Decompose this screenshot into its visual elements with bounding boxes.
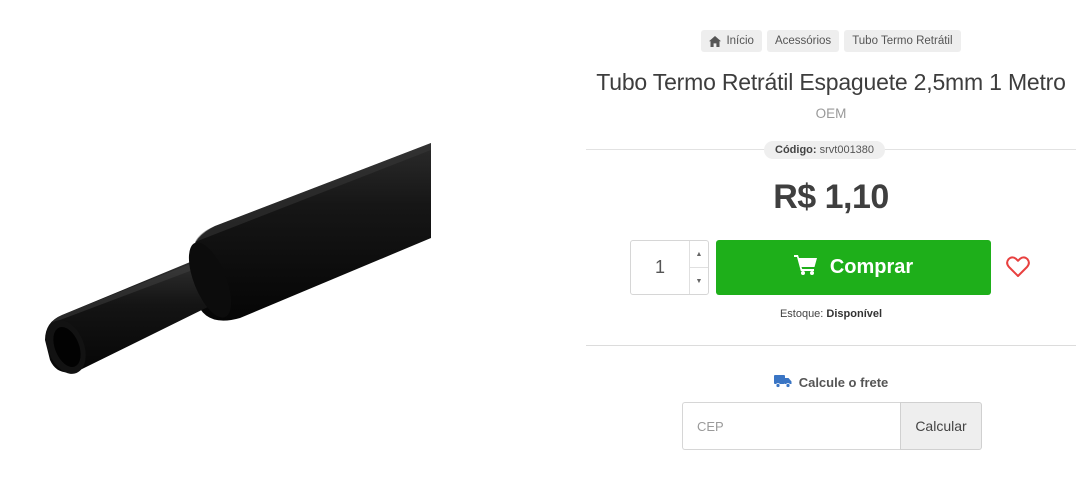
breadcrumb-acessorios[interactable]: Acessórios (766, 30, 840, 52)
stock-value: Disponível (826, 308, 883, 320)
breadcrumb-current-category[interactable]: Tubo Termo Retrátil (844, 30, 961, 52)
product-code-badge: Código: srvt001380 (764, 141, 886, 159)
shipping-calculator-label: Calcule o frete (586, 374, 1076, 391)
product-info-panel: Início Acessórios Tubo Termo Retrátil Tu… (586, 0, 1076, 488)
code-label: Código: (775, 144, 817, 156)
chevron-down-icon[interactable]: ▼ (690, 268, 708, 294)
heat-shrink-tube-image (45, 143, 431, 374)
divider (586, 345, 1076, 346)
cep-form: Calcular (682, 402, 982, 450)
product-price: R$ 1,10 (773, 178, 889, 216)
home-icon (709, 35, 722, 47)
breadcrumb-home[interactable]: Início (701, 30, 762, 52)
chevron-up-icon[interactable]: ▲ (690, 241, 708, 268)
shipping-label-text: Calcule o frete (798, 375, 889, 390)
quantity-buttons: ▲ ▼ (689, 241, 708, 294)
breadcrumb: Início Acessórios Tubo Termo Retrátil (586, 30, 1076, 52)
stock-label: Estoque: (779, 308, 824, 320)
quantity-stepper: ▲ ▼ (630, 240, 709, 295)
breadcrumb-label: Acessórios (774, 35, 832, 47)
truck-icon (773, 374, 792, 391)
product-title: Tubo Termo Retrátil Espaguete 2,5mm 1 Me… (596, 69, 1066, 95)
heart-icon[interactable] (1006, 256, 1030, 278)
breadcrumb-label: Início (726, 35, 754, 47)
quantity-input[interactable] (631, 241, 689, 294)
stock-status: Estoque: Disponível (586, 308, 1076, 320)
product-brand[interactable]: OEM (586, 106, 1076, 121)
buy-button-label: Comprar (829, 256, 914, 278)
breadcrumb-label: Tubo Termo Retrátil (852, 35, 953, 47)
buy-button[interactable]: Comprar (716, 240, 991, 295)
calculate-shipping-button[interactable]: Calcular (900, 402, 982, 450)
cep-input[interactable] (682, 402, 900, 450)
product-image[interactable] (0, 0, 586, 488)
code-value: srvt001380 (819, 144, 875, 156)
cart-icon (793, 254, 818, 281)
